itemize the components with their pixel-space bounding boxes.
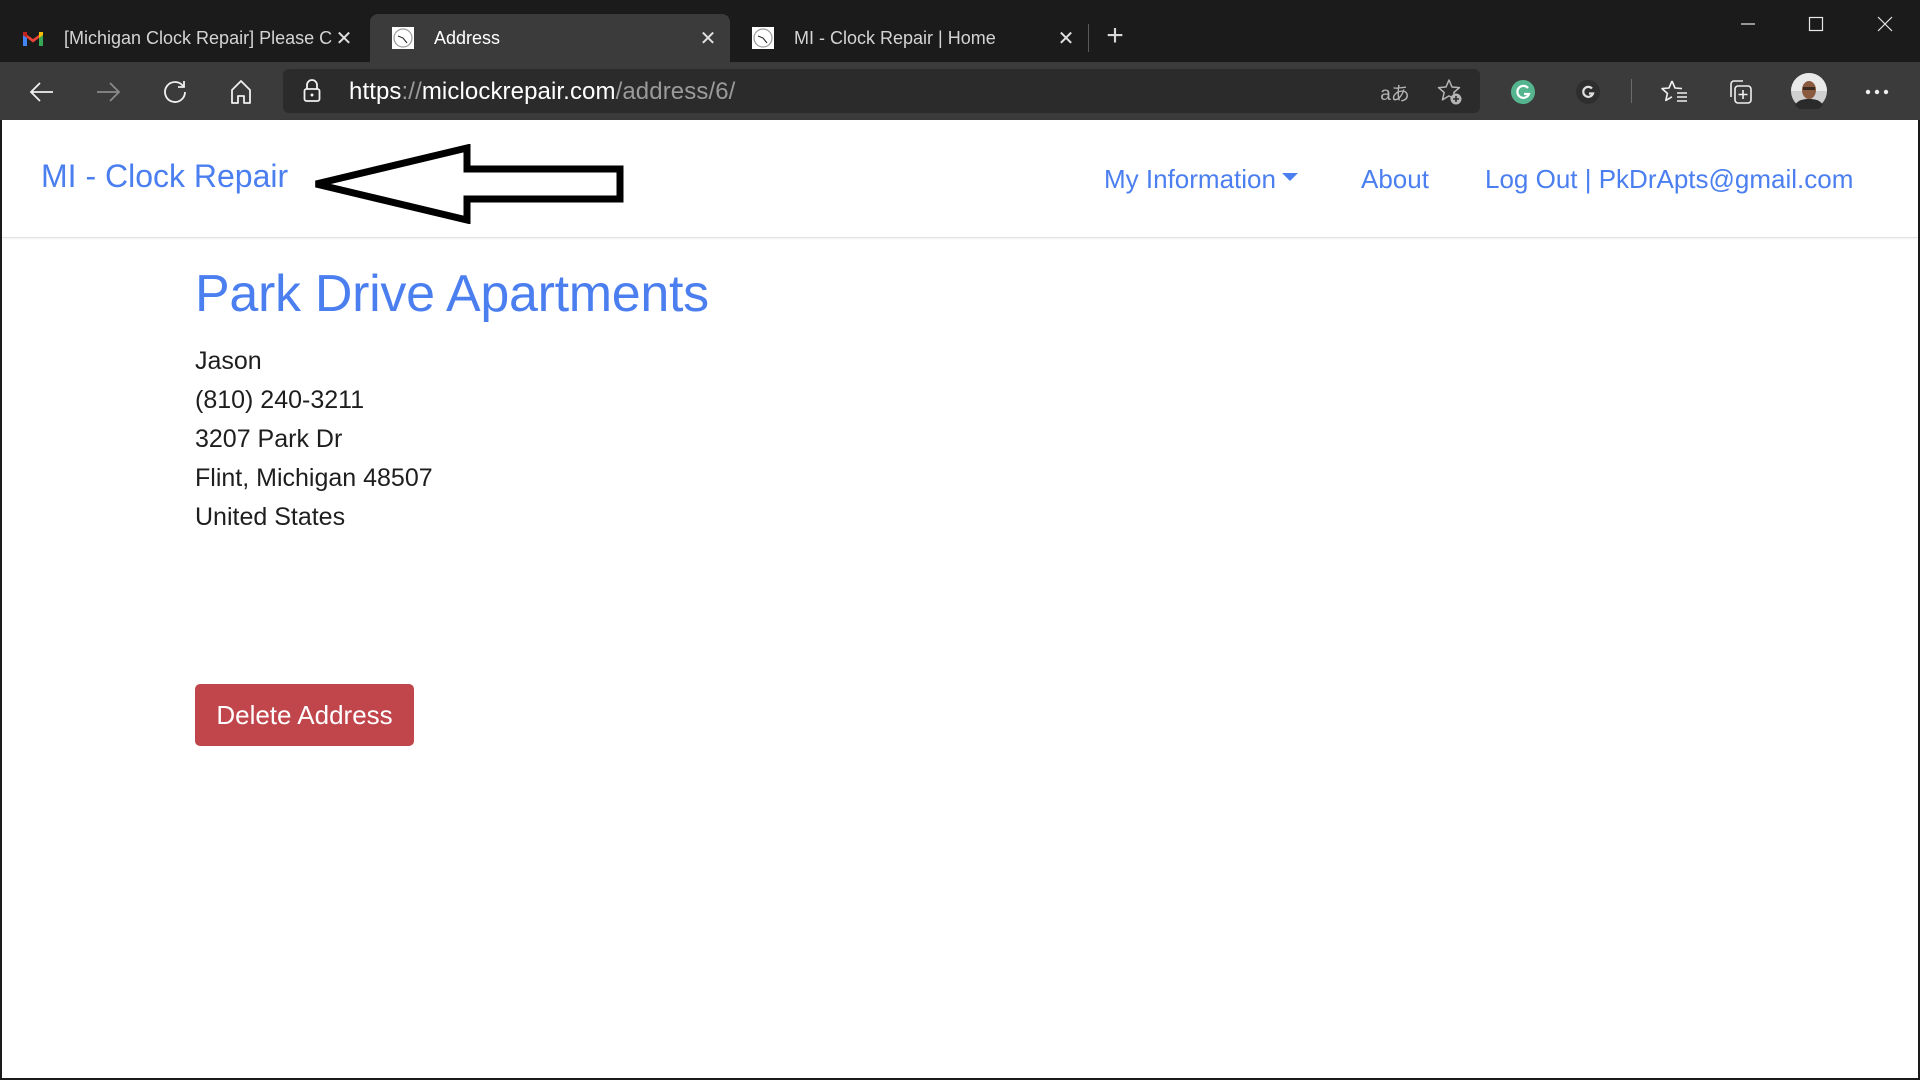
address-phone: (810) 240-3211 (195, 386, 365, 414)
tab-title: Address (434, 27, 501, 48)
url-text[interactable]: https://miclockrepair.com/address/6/ (349, 78, 735, 106)
address-street: 3207 Park Dr (195, 425, 343, 453)
url-scheme-separator: :// (401, 78, 422, 105)
address-country: United States (195, 503, 346, 531)
home-icon (231, 80, 251, 104)
address-bar[interactable]: https://miclockrepair.com/address/6/ aあ (283, 69, 1480, 113)
forward-button[interactable] (88, 72, 128, 112)
back-icon (29, 82, 53, 102)
address-city-state-zip: Flint, Michigan 48507 (195, 464, 433, 492)
url-path: /address/6/ (615, 78, 736, 105)
nav-logout-link[interactable]: Log Out | PkDrApts@gmail.com (1485, 164, 1853, 195)
address-title: Park Drive Apartments (195, 265, 709, 323)
profile-button[interactable] (1789, 71, 1829, 111)
delete-address-button[interactable]: Delete Address (195, 684, 414, 746)
nav-about-link[interactable]: About (1361, 164, 1429, 195)
refresh-button[interactable] (155, 72, 195, 112)
tab-home[interactable]: MI - Clock Repair | Home ✕ (730, 14, 1088, 62)
tab-gmail[interactable]: [Michigan Clock Repair] Please C ✕ (0, 14, 366, 62)
url-host: miclockrepair.com (421, 78, 616, 105)
read-aloud-translate-icon[interactable]: aあ (1380, 77, 1410, 107)
close-tab-icon[interactable]: ✕ (696, 26, 720, 50)
collections-button[interactable] (1720, 72, 1760, 112)
favorites-icon (1661, 80, 1687, 102)
new-tab-button[interactable]: + (1100, 21, 1130, 52)
close-tab-icon[interactable]: ✕ (332, 26, 356, 50)
maximize-icon (1808, 16, 1824, 32)
close-icon (1877, 16, 1893, 32)
annotation-arrow-icon (315, 144, 624, 224)
favorites-button[interactable] (1655, 72, 1695, 112)
tab-address[interactable]: Address ✕ (370, 14, 730, 62)
tab-separator (1088, 24, 1089, 52)
profile-avatar (1791, 73, 1827, 109)
address-block: Jason (810) 240-3211 3207 Park Dr Flint,… (195, 342, 709, 537)
nav-my-information-label: My Information (1104, 164, 1276, 194)
grammarly-go-extension-button[interactable] (1568, 72, 1608, 112)
address-contact-name: Jason (195, 347, 262, 375)
more-options-button[interactable] (1857, 72, 1897, 112)
grammarly-go-icon (1576, 80, 1600, 104)
nav-my-information-dropdown[interactable]: My Information (1104, 164, 1298, 195)
refresh-icon (164, 81, 186, 103)
add-favorite-icon[interactable] (1435, 77, 1465, 107)
grammarly-extension-button[interactable] (1503, 72, 1543, 112)
minimize-button[interactable] (1725, 8, 1771, 40)
more-icon (1865, 89, 1889, 95)
back-button[interactable] (22, 72, 62, 112)
caret-down-icon (1281, 173, 1298, 182)
toolbar-separator (1631, 79, 1632, 103)
tab-title: MI - Clock Repair | Home (794, 27, 996, 48)
site-brand-link[interactable]: MI - Clock Repair (41, 158, 288, 195)
close-tab-icon[interactable]: ✕ (1054, 26, 1078, 50)
address-detail: Park Drive Apartments Jason (810) 240-32… (195, 265, 709, 746)
forward-icon (97, 82, 121, 102)
tab-title: [Michigan Clock Repair] Please C (64, 27, 332, 48)
close-window-button[interactable] (1862, 8, 1908, 40)
clock-favicon-icon (752, 27, 774, 49)
minimize-icon (1741, 23, 1755, 25)
site-navbar: MI - Clock Repair My Information About L… (2, 120, 1918, 238)
home-button[interactable] (221, 72, 261, 112)
clock-favicon-icon (392, 27, 414, 49)
browser-window: [Michigan Clock Repair] Please C ✕ Addre… (0, 0, 1920, 1080)
url-scheme: https (349, 78, 402, 105)
web-page: MI - Clock Repair My Information About L… (2, 120, 1918, 1078)
collections-icon (1730, 80, 1752, 104)
gmail-icon (22, 27, 44, 49)
grammarly-icon (1511, 80, 1535, 104)
maximize-button[interactable] (1793, 8, 1839, 40)
lock-icon[interactable] (303, 79, 321, 108)
tab-strip: [Michigan Clock Repair] Please C ✕ Addre… (0, 0, 1920, 62)
